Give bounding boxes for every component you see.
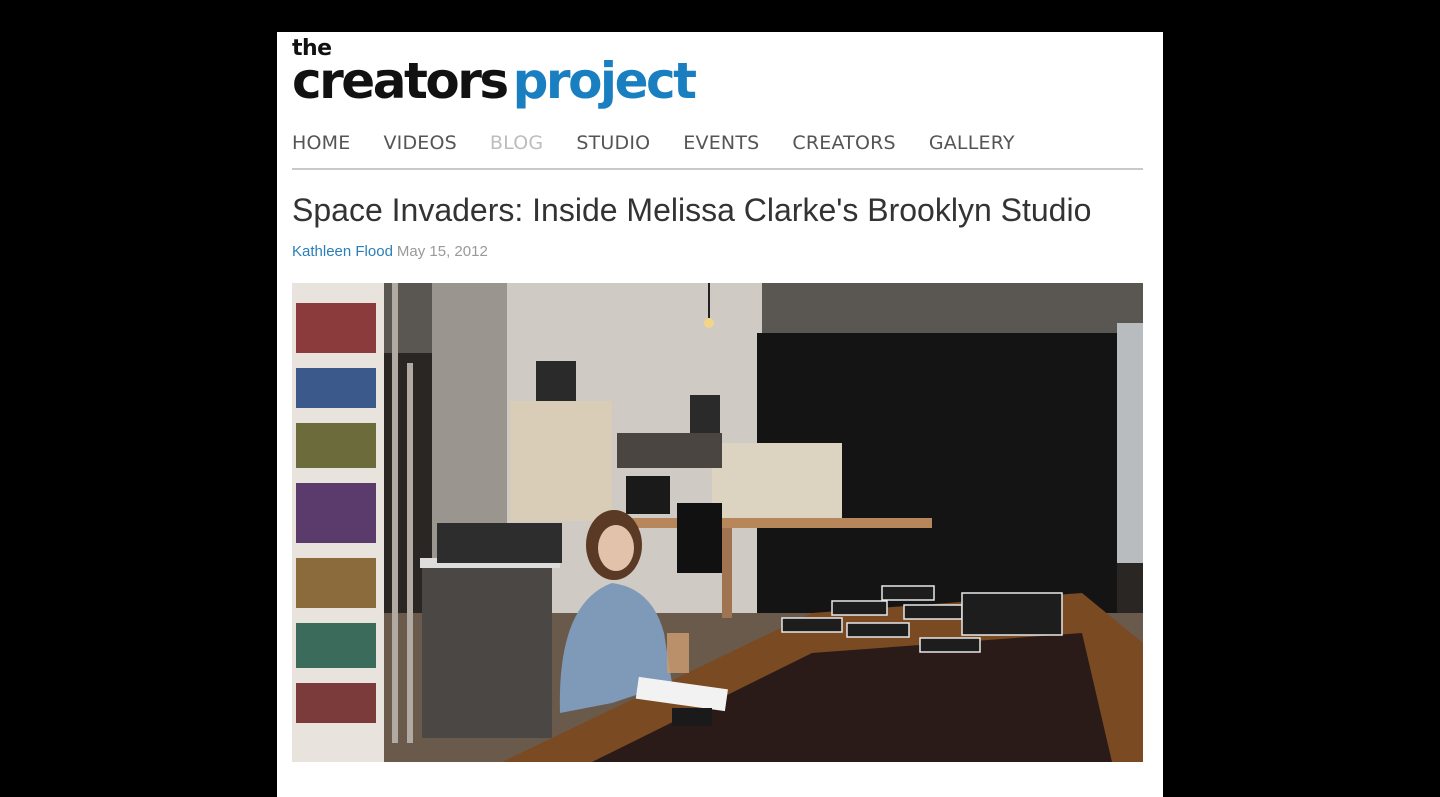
page-container: the creators project HOME VIDEOS BLOG STU… bbox=[277, 32, 1163, 797]
nav-events[interactable]: EVENTS bbox=[683, 132, 759, 168]
nav-creators[interactable]: CREATORS bbox=[792, 132, 895, 168]
main-nav: HOME VIDEOS BLOG STUDIO EVENTS CREATORS … bbox=[292, 132, 1143, 170]
logo-project: project bbox=[512, 52, 697, 110]
publish-date: May 15, 2012 bbox=[396, 243, 488, 260]
site-logo[interactable]: the creators project bbox=[292, 38, 697, 110]
logo-creators: creators bbox=[292, 52, 509, 110]
author-link[interactable]: Kathleen Flood bbox=[292, 243, 393, 260]
byline: Kathleen Flood May 15, 2012 bbox=[292, 243, 488, 260]
hero-photo[interactable] bbox=[292, 283, 1143, 762]
nav-gallery[interactable]: GALLERY bbox=[929, 132, 1015, 168]
nav-blog[interactable]: BLOG bbox=[490, 132, 543, 168]
nav-studio[interactable]: STUDIO bbox=[576, 132, 650, 168]
nav-home[interactable]: HOME bbox=[292, 132, 350, 168]
nav-videos[interactable]: VIDEOS bbox=[383, 132, 456, 168]
studio-photo-illustration bbox=[292, 283, 1143, 762]
article-title: Space Invaders: Inside Melissa Clarke's … bbox=[292, 192, 1092, 228]
